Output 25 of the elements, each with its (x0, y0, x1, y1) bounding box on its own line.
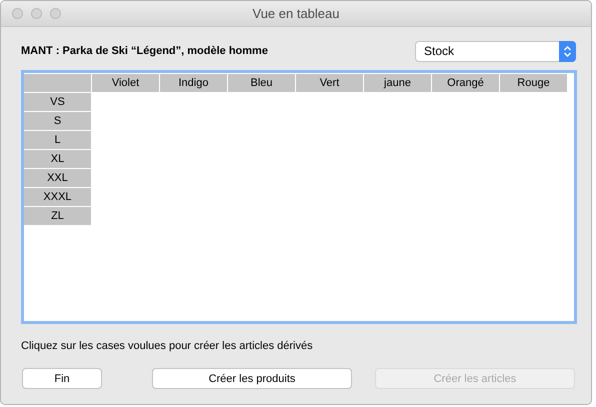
corner-cell (24, 74, 91, 92)
stepper-icon (559, 40, 576, 62)
row-header: ZL (24, 207, 91, 225)
row-header: S (24, 112, 91, 130)
close-icon[interactable] (12, 8, 23, 19)
row-header: L (24, 131, 91, 149)
action-button[interactable]: Fin (22, 368, 102, 389)
row-header: XXXL (24, 188, 91, 206)
view-select[interactable]: Stock (415, 40, 576, 62)
column-header: Orangé (432, 74, 499, 92)
column-header: Indigo (160, 74, 227, 92)
column-header: Vert (296, 74, 363, 92)
column-header: Violet (92, 74, 159, 92)
minimize-icon[interactable] (31, 8, 42, 19)
row-header: XL (24, 150, 91, 168)
zoom-icon[interactable] (50, 8, 61, 19)
action-button[interactable]: Créer les produits (152, 368, 352, 389)
column-header: jaune (364, 74, 431, 92)
column-header: Rouge (500, 74, 567, 92)
row-header: VS (24, 93, 91, 111)
row-header: XXL (24, 169, 91, 187)
instruction-text: Cliquez sur les cases voulues pour créer les articles dérivés (21, 340, 314, 352)
window-title: Vue en tableau (252, 6, 340, 21)
product-title: MANT : Parka de Ski “Légend”, modèle homme (21, 45, 268, 57)
column-header: Bleu (228, 74, 295, 92)
